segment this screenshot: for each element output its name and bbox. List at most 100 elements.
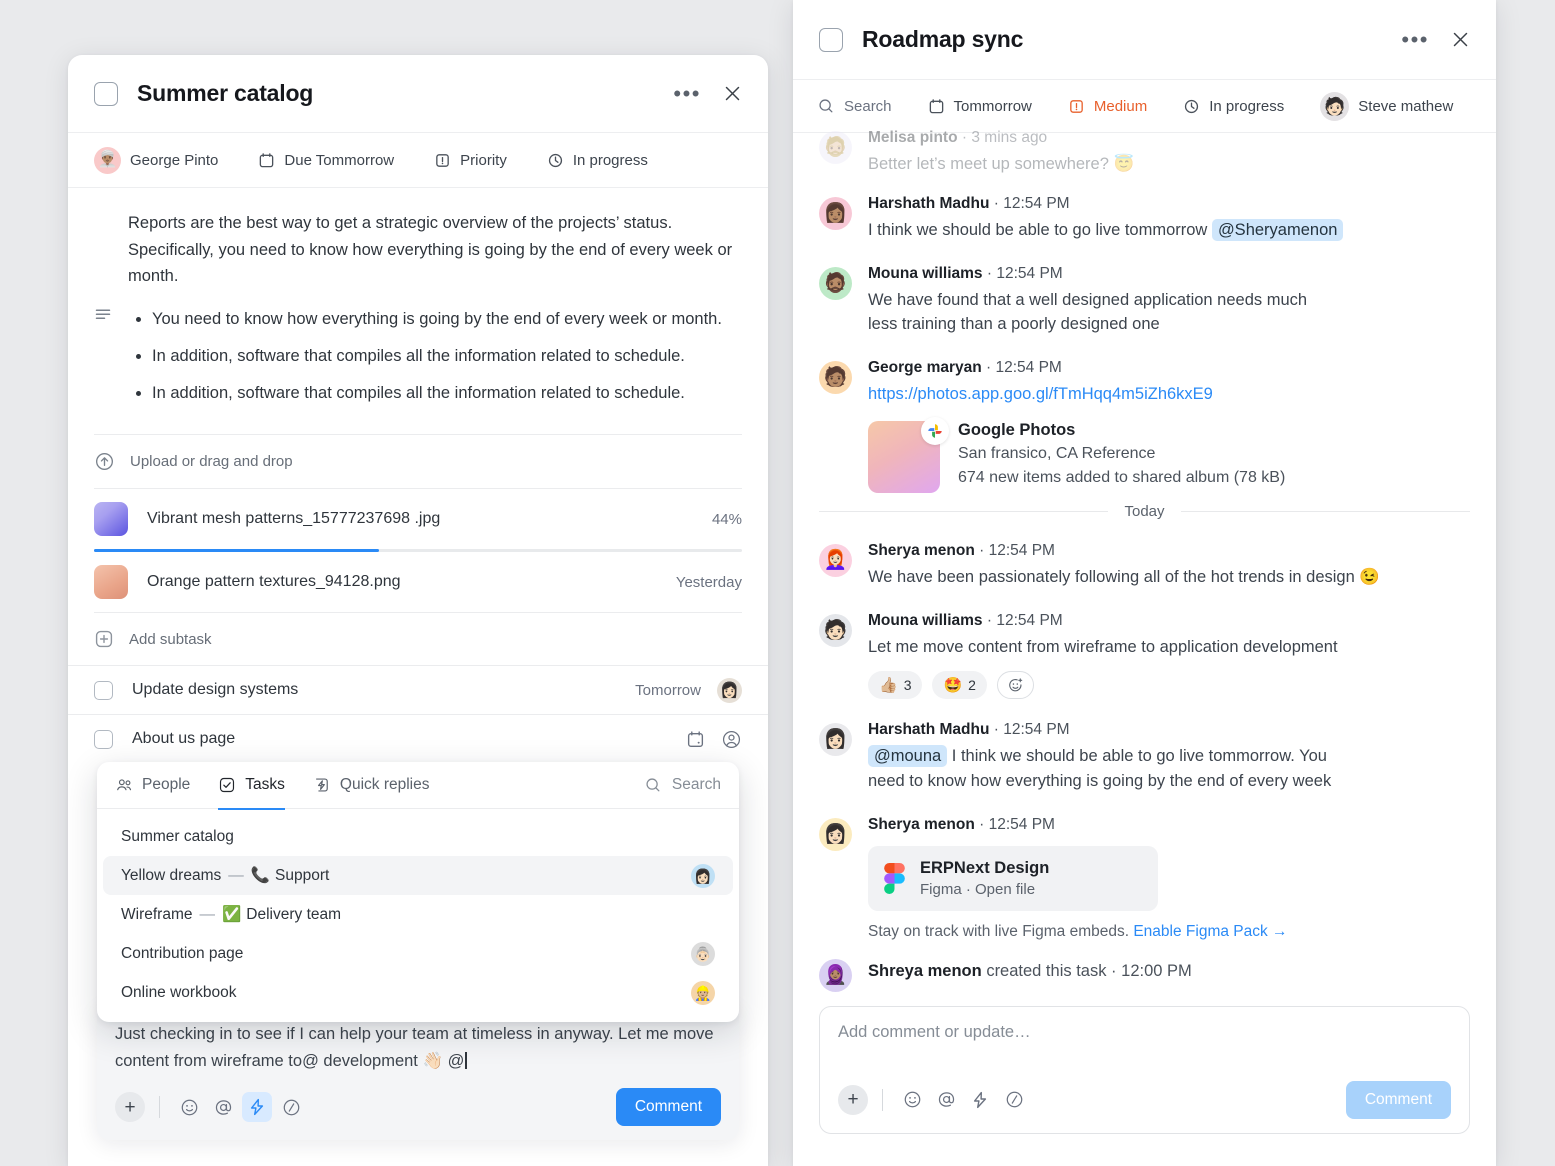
page-title: Roadmap sync bbox=[862, 26, 1024, 52]
comment-time: 12:54 PM bbox=[995, 359, 1062, 376]
comment-text: @mouna I think we should be able to go l… bbox=[868, 744, 1368, 794]
tab-quick-replies[interactable]: Quick replies bbox=[313, 762, 429, 809]
task-description: Reports are the best way to get a strate… bbox=[68, 188, 768, 434]
list-item[interactable]: Yellow dreams — 📞 Support 👩🏻 bbox=[103, 856, 733, 895]
popup-search[interactable]: Search bbox=[644, 776, 721, 794]
upload-dropzone[interactable]: Upload or drag and drop bbox=[68, 435, 768, 488]
avatar: 👩🏻 bbox=[819, 817, 852, 851]
subtask-checkbox[interactable] bbox=[94, 680, 113, 700]
avatar: 👩🏽 bbox=[819, 196, 852, 230]
emoji-icon[interactable] bbox=[897, 1085, 927, 1115]
link-card-detail: 674 new items added to shared album (78 … bbox=[958, 468, 1286, 486]
reaction-thumbsup[interactable]: 👍🏼 3 bbox=[868, 671, 923, 700]
list-item-suffix: Support bbox=[275, 866, 330, 884]
due-date-label: Tommorrow bbox=[953, 97, 1032, 115]
slash-command-icon[interactable] bbox=[999, 1085, 1029, 1115]
reaction-starstruck[interactable]: 🤩 2 bbox=[932, 671, 987, 700]
system-event-author: Shreya menon bbox=[868, 961, 982, 980]
close-icon[interactable] bbox=[723, 84, 742, 103]
subtask-row[interactable]: Update design systems Tomorrow 👩🏻 bbox=[68, 665, 768, 714]
avatar: 👵🏻 bbox=[691, 941, 715, 966]
figma-embed-card[interactable]: ERPNext Design Figma · Open file bbox=[868, 845, 1158, 911]
comment-submit-button[interactable]: Comment bbox=[1345, 1080, 1451, 1119]
upload-icon bbox=[94, 451, 115, 472]
priority-chip[interactable]: Priority bbox=[434, 152, 507, 169]
comment-input-placeholder[interactable]: Add comment or update… bbox=[838, 1023, 1451, 1042]
file-attachment-row[interactable]: Vibrant mesh patterns_15777237698 .jpg 4… bbox=[68, 489, 768, 553]
file-attachment-row[interactable]: Orange pattern textures_94128.png Yester… bbox=[68, 552, 768, 612]
enable-figma-pack-link[interactable]: Enable Figma Pack → bbox=[1133, 923, 1287, 940]
lightning-icon[interactable] bbox=[242, 1092, 272, 1122]
description-bullets: You need to know how everything is going… bbox=[128, 306, 742, 406]
lightning-icon[interactable] bbox=[965, 1085, 995, 1115]
calendar-icon[interactable] bbox=[686, 730, 705, 749]
plus-square-icon bbox=[94, 629, 114, 649]
link-preview-card[interactable]: Google Photos San fransico, CA Reference… bbox=[868, 416, 1470, 493]
system-event-time: 12:00 PM bbox=[1121, 961, 1192, 980]
avatar[interactable]: 👩🏻 bbox=[717, 677, 742, 703]
file-date-label: Yesterday bbox=[675, 573, 742, 591]
mention-icon[interactable] bbox=[208, 1092, 238, 1122]
tab-people[interactable]: People bbox=[115, 762, 190, 809]
mention-chip[interactable]: @mouna bbox=[868, 745, 948, 768]
file-thumbnail bbox=[94, 502, 128, 537]
due-date-chip[interactable]: Tommorrow bbox=[928, 98, 1032, 115]
comment-item[interactable]: 👩🏻‍🦰 Sherya menon · 12:54 PM We have bee… bbox=[819, 542, 1470, 590]
list-item[interactable]: Summer catalog bbox=[103, 817, 733, 856]
comment-item[interactable]: 👩🏽 Harshath Madhu · 12:54 PM I think we … bbox=[819, 195, 1470, 243]
mention-icon[interactable] bbox=[931, 1085, 961, 1115]
comment-item[interactable]: 👩🏻 Harshath Madhu · 12:54 PM @mouna I th… bbox=[819, 721, 1470, 794]
search-chip[interactable]: Search bbox=[817, 97, 892, 115]
plus-icon[interactable]: + bbox=[838, 1084, 868, 1115]
right-comment-composer[interactable]: Add comment or update… + Comment bbox=[819, 1005, 1470, 1134]
emoji-icon[interactable] bbox=[174, 1092, 204, 1122]
comment-item[interactable]: 🧔🏼 Melisa pinto · 3 mins ago Better let’… bbox=[819, 129, 1470, 177]
status-chip[interactable]: In progress bbox=[547, 152, 648, 169]
avatar: 👩🏻‍🦰 bbox=[819, 543, 852, 577]
list-item-dash: — bbox=[228, 866, 244, 884]
figma-note-text: Stay on track with live Figma embeds. bbox=[868, 922, 1130, 940]
comment-text: I think we should be able to go live tom… bbox=[868, 218, 1470, 243]
list-item[interactable]: Online workbook 👷🏼 bbox=[103, 973, 733, 1012]
comment-input[interactable]: Just checking in to see if I can help yo… bbox=[115, 1021, 721, 1074]
comment-submit-button[interactable]: Comment bbox=[615, 1088, 721, 1126]
plus-icon[interactable]: + bbox=[115, 1092, 145, 1122]
subtask-date[interactable]: Tomorrow bbox=[635, 682, 701, 699]
comment-author: Sherya menon bbox=[868, 541, 975, 559]
close-icon[interactable] bbox=[1451, 30, 1470, 49]
assignee-chip[interactable]: 🧑🏻 Steve mathew bbox=[1320, 91, 1453, 121]
priority-chip[interactable]: Medium bbox=[1068, 98, 1147, 115]
subtask-row[interactable]: About us page bbox=[68, 714, 768, 763]
comment-item[interactable]: 🧑🏽 George maryan · 12:54 PM https://phot… bbox=[819, 359, 1470, 493]
assignee-chip[interactable]: 👳🏽‍♂️ George Pinto bbox=[94, 146, 218, 174]
task-complete-checkbox[interactable] bbox=[819, 27, 843, 52]
comment-item[interactable]: 🧑🏻 Mouna williams · 12:54 PM Let me move… bbox=[819, 612, 1470, 700]
status-label: In progress bbox=[1209, 97, 1285, 115]
mention-chip[interactable]: @Sheryamenon bbox=[1211, 218, 1344, 241]
slash-command-icon[interactable] bbox=[276, 1092, 306, 1122]
subtask-checkbox[interactable] bbox=[94, 729, 113, 749]
tab-tasks[interactable]: Tasks bbox=[218, 762, 285, 810]
list-item[interactable]: Wireframe — ✅ Delivery team bbox=[103, 895, 733, 934]
list-item-label: Contribution page bbox=[121, 944, 244, 962]
more-options-icon[interactable]: ••• bbox=[673, 82, 701, 104]
link-preview-thumbnail bbox=[868, 416, 949, 493]
comment-item[interactable]: 🧔🏽 Mouna williams · 12:54 PM We have fou… bbox=[819, 265, 1470, 338]
due-date-chip[interactable]: Due Tommorrow bbox=[258, 152, 394, 169]
status-chip[interactable]: In progress bbox=[1183, 98, 1284, 115]
list-item[interactable]: Contribution page 👵🏻 bbox=[103, 934, 733, 973]
more-options-icon[interactable]: ••• bbox=[1401, 28, 1429, 50]
priority-icon bbox=[434, 152, 451, 169]
assign-user-icon[interactable] bbox=[721, 729, 742, 750]
comment-time-sep: · bbox=[961, 129, 972, 146]
left-comment-composer[interactable]: Just checking in to see if I can help yo… bbox=[97, 1005, 739, 1140]
comment-item[interactable]: 👩🏻 Sherya menon · 12:54 PM ERPNext Desig… bbox=[819, 816, 1470, 941]
right-panel-header: Roadmap sync ••• bbox=[793, 0, 1496, 80]
right-meta-bar: Search Tommorrow Medium In progress 🧑🏻 S… bbox=[793, 80, 1496, 133]
add-reaction-icon[interactable] bbox=[996, 671, 1034, 700]
mention-autocomplete-popup: People Tasks Quick replies Search Summer… bbox=[97, 762, 739, 1022]
shared-link[interactable]: https://photos.app.goo.gl/fTmHqq4m5iZh6k… bbox=[868, 382, 1470, 407]
add-subtask-button[interactable]: Add subtask bbox=[68, 613, 768, 665]
task-complete-checkbox[interactable] bbox=[94, 81, 118, 106]
comment-author: Mouna williams bbox=[868, 264, 983, 282]
